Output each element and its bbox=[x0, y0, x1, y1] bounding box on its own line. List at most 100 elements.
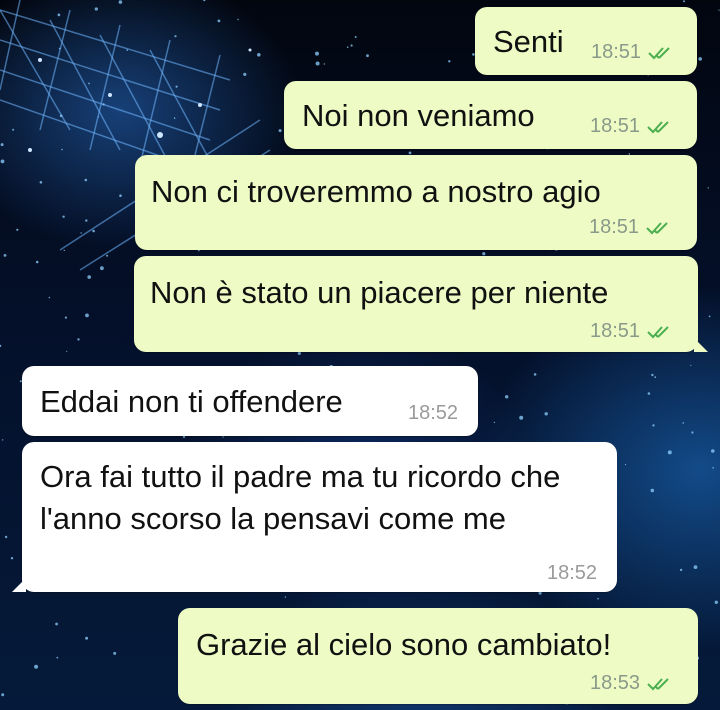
message-text: Eddai non ti offendere bbox=[40, 384, 343, 419]
star-dot bbox=[323, 63, 325, 65]
star-dot bbox=[297, 351, 301, 355]
message-meta: 18:51 bbox=[590, 320, 676, 343]
star-dot bbox=[651, 373, 654, 377]
message-meta: 18:51 bbox=[590, 115, 676, 138]
star-dot bbox=[682, 422, 684, 424]
star-dot bbox=[34, 664, 39, 669]
star-dot bbox=[346, 46, 349, 48]
message-text: Ora fai tutto il padre ma tu ricordo che… bbox=[40, 459, 561, 536]
star-dot bbox=[100, 266, 104, 271]
star-dot bbox=[718, 9, 720, 11]
star-dot bbox=[175, 85, 178, 88]
star-dot bbox=[10, 557, 14, 560]
star-dot bbox=[237, 18, 239, 21]
message-bubble-outgoing[interactable]: Senti 18:51 bbox=[475, 7, 697, 75]
star-dot bbox=[647, 392, 651, 395]
star-dot bbox=[597, 597, 599, 600]
message-text: Non ci troveremmo a nostro agio bbox=[151, 174, 601, 209]
message-meta: 18:51 bbox=[591, 41, 677, 64]
star-dot bbox=[61, 148, 63, 151]
star-dot bbox=[119, 194, 122, 197]
star-dot bbox=[366, 54, 369, 58]
star-dot bbox=[2, 439, 4, 441]
star-dot bbox=[448, 60, 451, 63]
message-meta: 18:51 bbox=[589, 216, 675, 239]
message-meta: 18:53 bbox=[590, 672, 676, 695]
star-dot bbox=[544, 412, 548, 416]
star-dot bbox=[102, 103, 105, 106]
star-dot bbox=[173, 117, 176, 119]
star-dot bbox=[708, 315, 711, 318]
star-dot bbox=[667, 450, 672, 455]
star-dot bbox=[56, 656, 59, 659]
star-dot bbox=[315, 61, 320, 66]
star-dot bbox=[126, 49, 129, 51]
star-dot bbox=[62, 215, 65, 218]
star-dot bbox=[94, 7, 98, 11]
star-dot bbox=[350, 44, 353, 47]
star-dot bbox=[57, 13, 61, 17]
star-dot bbox=[519, 415, 524, 420]
star-dot bbox=[35, 260, 39, 264]
message-time: 18:53 bbox=[590, 672, 641, 694]
star-dot bbox=[533, 373, 537, 376]
message-time: 18:51 bbox=[591, 41, 642, 63]
star-dot bbox=[12, 128, 15, 131]
star-dot bbox=[650, 488, 655, 493]
star-dot bbox=[698, 57, 702, 61]
star-dot bbox=[58, 47, 61, 50]
star-dot bbox=[693, 565, 698, 569]
star-dot bbox=[66, 350, 68, 352]
double-check-read-icon bbox=[648, 46, 670, 59]
star-dot bbox=[707, 187, 709, 189]
star-dot bbox=[80, 232, 82, 234]
message-bubble-incoming[interactable]: Ora fai tutto il padre ma tu ricordo che… bbox=[12, 442, 617, 592]
star-dot bbox=[85, 219, 88, 222]
star-dot bbox=[711, 449, 715, 453]
star-dot bbox=[278, 129, 282, 133]
star-dot bbox=[59, 114, 63, 118]
star-dot bbox=[39, 181, 43, 184]
message-time: 18:51 bbox=[590, 115, 641, 137]
star-dot bbox=[106, 254, 109, 257]
star-dot bbox=[714, 600, 718, 604]
message-time: 18:52 bbox=[547, 562, 598, 584]
message-time: 18:52 bbox=[408, 402, 459, 424]
star-dot bbox=[0, 159, 5, 164]
star-dot bbox=[118, 0, 123, 4]
star-dot bbox=[113, 651, 117, 655]
bubble-tail bbox=[12, 578, 26, 592]
star-dot bbox=[88, 82, 90, 85]
star-dot bbox=[0, 143, 4, 147]
message-time: 18:51 bbox=[590, 320, 641, 342]
message-bubble-outgoing[interactable]: Noi non veniamo 18:51 bbox=[284, 81, 697, 149]
message-bubble-incoming[interactable]: Eddai non ti offendere 18:52 bbox=[22, 366, 478, 436]
star-dot bbox=[654, 376, 657, 379]
star-dot bbox=[493, 421, 496, 424]
star-dot bbox=[203, 0, 206, 2]
double-check-read-icon bbox=[647, 325, 669, 338]
message-text: Grazie al cielo sono cambiato! bbox=[196, 627, 612, 662]
star-dot bbox=[652, 424, 655, 427]
message-bubble-outgoing[interactable]: Grazie al cielo sono cambiato! 18:53 bbox=[178, 608, 698, 704]
message-meta: 18:52 bbox=[408, 402, 458, 425]
star-dot bbox=[77, 338, 80, 341]
double-check-read-icon bbox=[646, 221, 668, 234]
star-dot bbox=[679, 568, 683, 572]
message-bubble-outgoing[interactable]: Non è stato un piacere per niente 18:51 bbox=[134, 256, 708, 352]
message-text: Noi non veniamo bbox=[302, 98, 535, 133]
star-dot bbox=[222, 436, 224, 438]
star-dot bbox=[48, 296, 51, 299]
star-dot bbox=[217, 19, 221, 23]
star-dot bbox=[243, 72, 247, 76]
star-dot bbox=[0, 344, 2, 348]
message-bubble-outgoing[interactable]: Non ci troveremmo a nostro agio 18:51 bbox=[135, 155, 697, 250]
star-dot bbox=[691, 431, 694, 434]
star-dot bbox=[408, 151, 412, 155]
star-dot bbox=[87, 275, 91, 279]
star-dot bbox=[712, 467, 714, 469]
double-check-read-icon bbox=[647, 677, 669, 690]
message-text: Non è stato un piacere per niente bbox=[150, 275, 609, 310]
double-check-read-icon bbox=[647, 120, 669, 133]
star-dot bbox=[85, 313, 89, 318]
